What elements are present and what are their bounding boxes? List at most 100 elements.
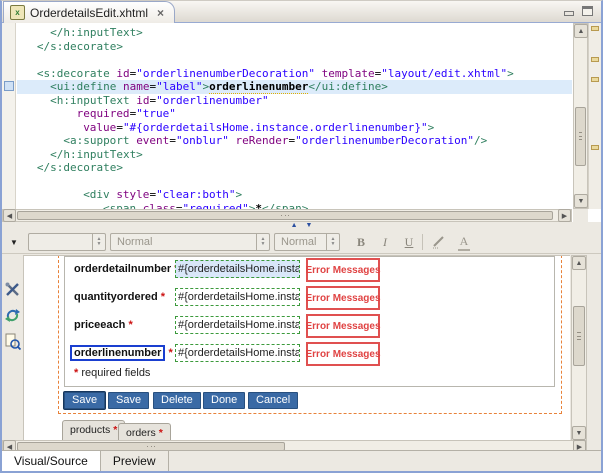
font-combo[interactable]: Normal ▲▼	[274, 233, 340, 251]
input-field[interactable]: #{orderdetailsHome.instan	[175, 260, 300, 278]
field-label: orderdetailnumber *	[74, 263, 179, 275]
required-fields-note: * required fields	[74, 367, 150, 379]
combo-spinner-icon[interactable]: ▲▼	[256, 234, 269, 250]
form-row: orderlinenumber * #{orderdetailsHome.ins…	[65, 344, 554, 366]
combo-spinner-icon[interactable]: ▲▼	[92, 234, 105, 250]
highlight-color-icon[interactable]	[430, 234, 450, 250]
code-token: required	[77, 107, 130, 120]
source-vertical-scrollbar[interactable]: ▲ ▼	[573, 23, 588, 209]
source-hscroll-thumb[interactable]	[17, 211, 553, 220]
code-token: </ui:define>	[308, 80, 387, 93]
source-editor-pane[interactable]: </h:inputText></s:decorate><s:decorate i…	[2, 23, 601, 222]
editor-page-tab-bar: Visual/Source Preview	[2, 450, 601, 471]
scroll-up-icon[interactable]: ▲	[574, 24, 588, 38]
code-token: >	[507, 67, 514, 80]
tab-products[interactable]: products *	[62, 420, 125, 440]
source-horizontal-scrollbar[interactable]: ◀ ▶	[2, 209, 572, 222]
done-button[interactable]: Done	[203, 392, 245, 409]
close-icon[interactable]: ×	[157, 6, 164, 20]
italic-button[interactable]: I	[376, 234, 394, 250]
tab-visual-source[interactable]: Visual/Source	[2, 451, 101, 471]
overview-mark[interactable]	[591, 57, 599, 62]
required-star: *	[159, 427, 163, 439]
selected-label-text[interactable]: orderlinenumber	[70, 345, 165, 361]
code-token: value	[83, 121, 116, 134]
code-token: "true"	[136, 107, 176, 120]
visual-vertical-scrollbar[interactable]: ▲ ▼	[571, 255, 587, 441]
input-field[interactable]: #{orderdetailsHome.instan	[175, 288, 300, 306]
overview-mark[interactable]	[591, 26, 599, 31]
refresh-icon[interactable]	[4, 307, 21, 324]
code-token: </h:inputText>	[50, 148, 143, 161]
code-token	[229, 134, 236, 147]
code-token: class	[143, 202, 176, 210]
form-row: quantityordered * #{orderdetailsHome.ins…	[65, 288, 554, 310]
code-token	[136, 202, 143, 210]
xhtml-editor-window: x OrderdetailsEdit.xhtml × </h:inputText…	[0, 0, 603, 473]
bold-button[interactable]: B	[352, 234, 370, 250]
code-token: "orderlinenumberDecoration"	[136, 67, 315, 80]
field-label: quantityordered *	[74, 291, 165, 303]
code-token: id	[116, 67, 129, 80]
combo-spinner-icon[interactable]: ▲▼	[326, 234, 339, 250]
minimize-icon[interactable]	[563, 6, 574, 16]
required-note-text: required fields	[78, 367, 150, 379]
code-line	[17, 53, 572, 67]
visual-side-toolbar	[2, 255, 22, 440]
tab-preview[interactable]: Preview	[101, 451, 169, 471]
sash-up-icon[interactable]: ▲	[291, 222, 298, 230]
overview-ruler[interactable]	[588, 23, 601, 209]
scroll-right-icon[interactable]: ▶	[558, 209, 571, 222]
toolbar-menu-icon[interactable]: ▼	[10, 238, 18, 247]
design-canvas[interactable]: orderdetailnumber * #{orderdetailsHome.i…	[23, 255, 570, 441]
code-token: style	[116, 188, 149, 201]
source-vscroll-thumb[interactable]	[575, 107, 586, 166]
sash-down-icon[interactable]: ▼	[306, 222, 313, 230]
overview-mark[interactable]	[591, 145, 599, 150]
error-messages-box: Error Messages	[306, 286, 380, 310]
tab-orders[interactable]: orders *	[118, 423, 171, 440]
style-class-combo[interactable]: ▲▼	[28, 233, 106, 251]
form-fieldset: orderdetailnumber * #{orderdetailsHome.i…	[64, 256, 555, 387]
code-token: =	[176, 202, 183, 210]
delete-button[interactable]: Delete	[153, 392, 201, 409]
code-token	[116, 80, 123, 93]
code-token: </s:decorate>	[37, 161, 123, 174]
maximize-icon[interactable]	[582, 6, 593, 16]
editor-tab-orderdetailsedit[interactable]: x OrderdetailsEdit.xhtml ×	[3, 1, 175, 23]
error-messages-box: Error Messages	[306, 342, 380, 366]
code-line: </h:inputText>	[17, 148, 572, 162]
underline-button[interactable]: U	[400, 234, 418, 250]
scroll-down-icon[interactable]: ▼	[574, 194, 588, 208]
paragraph-format-combo[interactable]: Normal ▲▼	[110, 233, 270, 251]
cancel-button[interactable]: Cancel	[248, 392, 298, 409]
code-token	[315, 67, 322, 80]
page-zoom-icon[interactable]	[4, 333, 21, 350]
overview-mark[interactable]	[591, 77, 599, 82]
code-token: name	[123, 80, 150, 93]
split-sash[interactable]: ▲ ▼	[2, 222, 601, 230]
code-token: id	[136, 94, 149, 107]
visual-vscroll-thumb[interactable]	[573, 306, 585, 367]
code-token: event	[136, 134, 169, 147]
code-line-highlighted: <ui:define name="label">orderlinenumber<…	[17, 80, 572, 94]
font-color-icon[interactable]: A	[454, 234, 474, 250]
scroll-up-icon[interactable]: ▲	[572, 256, 586, 270]
code-token: </h:inputText>	[50, 26, 143, 39]
visual-toolbar: ▼ ▲▼ Normal ▲▼ Normal ▲▼ B I U	[2, 230, 601, 254]
preferences-tools-icon[interactable]	[4, 281, 21, 298]
occurrence-marker[interactable]	[4, 81, 14, 91]
annotation-ruler	[2, 23, 16, 209]
save-button[interactable]: Save	[64, 392, 105, 409]
tab-products-label: products	[70, 424, 113, 436]
code-token: />	[474, 134, 487, 147]
input-field[interactable]: #{orderdetailsHome.instan	[175, 316, 300, 334]
scroll-down-icon[interactable]: ▼	[572, 426, 586, 440]
code-lines[interactable]: </h:inputText></s:decorate><s:decorate i…	[17, 23, 572, 209]
save-button-2[interactable]: Save	[108, 392, 149, 409]
field-label-selected[interactable]: orderlinenumber *	[74, 347, 173, 359]
visual-editor-pane: ▼ ▲▼ Normal ▲▼ Normal ▲▼ B I U	[2, 230, 601, 453]
scroll-left-icon[interactable]: ◀	[3, 209, 16, 222]
code-line: value="#{orderdetailsHome.instance.order…	[17, 121, 572, 135]
input-field[interactable]: #{orderdetailsHome.instan	[175, 344, 300, 362]
